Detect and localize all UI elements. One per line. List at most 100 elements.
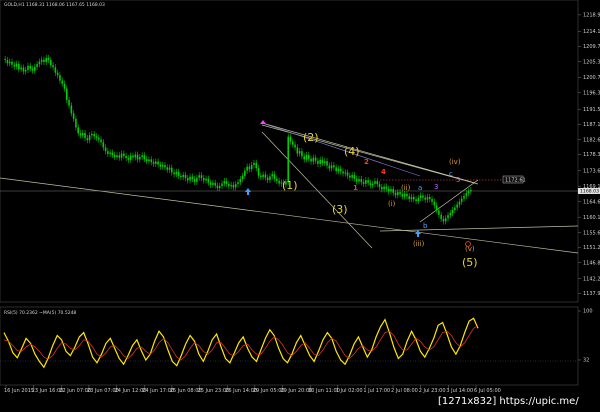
candle-body	[177, 171, 180, 176]
wave-label-4: (4)	[344, 145, 360, 158]
candle-body	[278, 180, 280, 184]
candle-body	[337, 168, 340, 172]
candle-body	[52, 65, 54, 68]
candle-body	[465, 193, 468, 196]
rsi-header: RSI(5) 70.2362 ~MA(5) 70.5248	[4, 310, 76, 316]
candle-body	[166, 167, 169, 170]
sublabel-c: c	[449, 170, 453, 178]
candle-body	[360, 179, 363, 183]
candle-body	[36, 64, 38, 67]
candle-body	[344, 172, 347, 174]
candle-body	[353, 174, 356, 179]
rsi-tick-label: 32	[583, 358, 589, 364]
candle-body	[431, 198, 433, 202]
candle-body	[86, 138, 89, 141]
candle-body	[369, 182, 372, 186]
candle-body	[120, 153, 123, 158]
candle-body	[451, 209, 454, 214]
candle-body	[289, 136, 292, 142]
candle-body	[27, 65, 29, 70]
candle-body	[4, 58, 6, 61]
price-tick-label: 1146.88	[583, 260, 600, 266]
candle-body	[399, 192, 401, 195]
candle-body	[271, 174, 274, 177]
candle-body	[50, 60, 52, 66]
candle-body	[403, 193, 406, 197]
candle-body	[449, 213, 452, 216]
candle-body	[291, 141, 294, 145]
price-tick-label: 1160.11	[583, 215, 600, 221]
candle-body	[301, 151, 303, 157]
candle-body	[232, 184, 235, 188]
candle-body	[438, 210, 440, 215]
candle-body	[47, 57, 50, 61]
candle-body	[70, 105, 73, 114]
candle-body	[269, 176, 271, 181]
subwave-label-2: 2	[364, 158, 369, 166]
candle-body	[221, 183, 223, 186]
candle-body	[456, 204, 458, 208]
candle-body	[97, 137, 100, 140]
subwave-label-4: 4	[381, 168, 386, 176]
candle-body	[246, 166, 248, 171]
time-tick-label: 1 Jul 02:00	[336, 388, 363, 394]
price-tick-label: 1200.78	[583, 75, 600, 81]
candle-body	[342, 171, 344, 174]
candle-body	[123, 153, 125, 156]
candle-body	[228, 183, 230, 187]
candle-body	[260, 175, 262, 177]
price-tick-label: 1178.32	[583, 152, 600, 158]
candle-body	[349, 175, 351, 178]
candle-body	[376, 181, 379, 185]
candle-body	[155, 161, 157, 164]
candle-body	[18, 63, 20, 70]
candle-body	[440, 214, 442, 219]
watermark-text: [1271x832] https://upic.me/	[438, 396, 579, 407]
candle-body	[244, 170, 246, 176]
candle-body	[209, 182, 212, 185]
candle-body	[75, 118, 77, 128]
candle-body	[387, 188, 390, 192]
candle-body	[202, 178, 205, 181]
candle-body	[193, 179, 196, 182]
price-tick-label: 1173.61	[583, 168, 600, 174]
sublabel-a: a	[418, 184, 422, 192]
candle-body	[310, 158, 312, 162]
candle-body	[406, 193, 408, 197]
candle-body	[330, 165, 333, 169]
candle-body	[323, 161, 326, 163]
candle-body	[198, 175, 200, 178]
minor-label-iv: (iv)	[449, 158, 461, 166]
candle-body	[339, 168, 342, 172]
candle-body	[143, 155, 146, 160]
candle-body	[184, 174, 187, 179]
candle-body	[230, 184, 232, 187]
price-tick-label: 1214.12	[583, 29, 600, 35]
candle-body	[321, 159, 324, 163]
candle-body	[24, 69, 27, 72]
candle-body	[262, 174, 264, 177]
candle-body	[31, 68, 34, 71]
candle-body	[141, 155, 143, 158]
candle-body	[139, 157, 141, 160]
candle-body	[11, 61, 13, 65]
candle-body	[241, 175, 244, 180]
candle-body	[6, 60, 9, 64]
price-tick-label: 1196.32	[583, 90, 600, 96]
candle-body	[157, 161, 159, 165]
candle-body	[132, 155, 134, 158]
price-tick-label: 1187.13	[583, 122, 600, 128]
candle-body	[191, 176, 194, 180]
time-tick-label: 2 Jul 08:00	[391, 388, 418, 394]
candle-body	[317, 160, 319, 164]
candle-body	[118, 155, 121, 158]
candle-body	[248, 166, 251, 170]
price-tick-label: 1218.92	[583, 13, 600, 19]
candle-body	[333, 165, 335, 168]
candle-body	[442, 218, 445, 222]
candle-body	[223, 181, 226, 184]
sublabel-b: b	[423, 222, 428, 230]
candle-body	[419, 195, 422, 198]
candle-body	[218, 185, 221, 188]
candle-body	[225, 181, 228, 184]
